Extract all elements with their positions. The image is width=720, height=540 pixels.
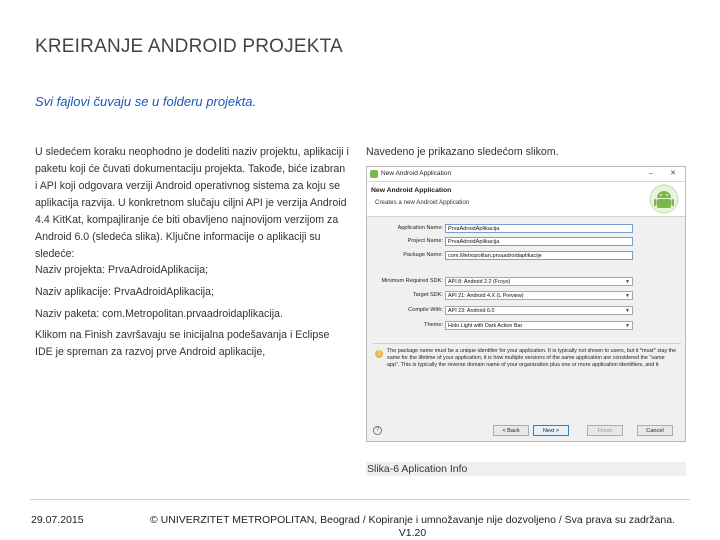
target-sdk-value: API 21: Android 4.X (L Preview) xyxy=(448,293,524,299)
theme-select[interactable]: Holo Light with Dark Action Bar ▼ xyxy=(445,321,633,330)
new-android-application-dialog: New Android Application – ✕ New Android … xyxy=(366,166,686,442)
cancel-button[interactable]: Cancel xyxy=(637,425,673,436)
package-name-input[interactable]: com.Metropolitan.prvaadroidaplikacije xyxy=(445,251,633,260)
min-sdk-select[interactable]: API 8: Android 2.2 (Froyo) ▼ xyxy=(445,277,633,286)
target-sdk-select[interactable]: API 21: Android 4.X (L Preview) ▼ xyxy=(445,291,633,300)
package-name-line: Naziv paketa: com.Metropolitan.prvaadroi… xyxy=(35,308,283,320)
project-name-label: Project Name: xyxy=(407,238,443,244)
window-title: New Android Application xyxy=(381,170,452,177)
compile-with-label: Compile With: xyxy=(408,307,443,313)
next-button[interactable]: Next > xyxy=(533,425,569,436)
target-sdk-label: Target SDK: xyxy=(412,292,443,298)
chevron-down-icon: ▼ xyxy=(625,323,630,329)
slide-subtitle: Svi fajlovi čuvaju se u folderu projekta… xyxy=(35,94,257,109)
finish-paragraph: Klikom na Finish završavaju se inicijaln… xyxy=(35,329,330,358)
intro-paragraph: U sledećem koraku neophodno je dodeliti … xyxy=(35,146,349,260)
min-sdk-value: API 8: Android 2.2 (Froyo) xyxy=(448,279,511,285)
android-icon xyxy=(649,184,679,214)
theme-value: Holo Light with Dark Action Bar xyxy=(448,323,523,329)
compile-with-value: API 23: Android 6.0 xyxy=(448,308,495,314)
footer-copyright: © UNIVERZITET METROPOLITAN, Beograd / Ko… xyxy=(150,514,675,539)
window-app-icon xyxy=(370,170,378,178)
compile-with-select[interactable]: API 23: Android 6.0 ▼ xyxy=(445,306,633,315)
footer-divider xyxy=(30,499,690,500)
application-name-label: Application Name: xyxy=(397,225,443,231)
slide-title: KREIRANJE ANDROID PROJEKTA xyxy=(35,36,343,57)
info-icon: ! xyxy=(375,350,383,358)
chevron-down-icon: ▼ xyxy=(625,308,630,314)
wizard-title: New Android Application xyxy=(371,187,452,194)
chevron-down-icon: ▼ xyxy=(625,293,630,299)
finish-button[interactable]: Finish xyxy=(587,425,623,436)
application-name-line: Naziv aplikacije: PrvaAdroidAplikacija; xyxy=(35,286,214,298)
chevron-down-icon: ▼ xyxy=(625,279,630,285)
dialog-button-bar: ? < Back Next > Finish Cancel xyxy=(367,421,685,441)
info-text: The package name must be a unique identi… xyxy=(387,348,677,368)
figure-intro-text: Navedeno je prikazano sledećom slikom. xyxy=(366,146,559,158)
figure-caption: Slika-6 Aplication Info xyxy=(366,462,686,476)
help-icon[interactable]: ? xyxy=(373,426,382,435)
wizard-description: Creates a new Android Application xyxy=(375,199,470,206)
footer-date: 29.07.2015 xyxy=(31,514,84,526)
back-button[interactable]: < Back xyxy=(493,425,529,436)
info-panel: ! The package name must be a unique iden… xyxy=(373,343,681,408)
application-name-input[interactable]: PrvaAdroidAplikacija xyxy=(445,224,633,233)
theme-label: Theme: xyxy=(424,322,443,328)
minimize-icon[interactable]: – xyxy=(641,167,661,181)
project-name-line: Naziv projekta: PrvaAdroidAplikacija; xyxy=(35,264,209,276)
package-name-label: Package Name: xyxy=(403,252,443,258)
min-sdk-label: Minimum Required SDK: xyxy=(381,278,443,284)
close-icon[interactable]: ✕ xyxy=(663,167,683,181)
dialog-titlebar: New Android Application – ✕ xyxy=(367,167,685,182)
project-name-input[interactable]: PrvaAdroidAplikacija xyxy=(445,237,633,246)
